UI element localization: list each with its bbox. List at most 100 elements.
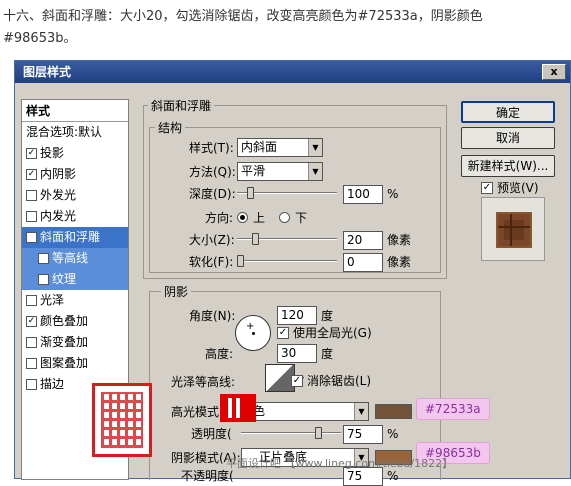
- style-checkbox[interactable]: [26, 358, 37, 369]
- size-field[interactable]: 20: [343, 231, 383, 250]
- ok-button[interactable]: 确定: [461, 101, 555, 123]
- style-checkbox[interactable]: ✓: [26, 232, 37, 243]
- depth-slider-thumb[interactable]: [247, 187, 254, 199]
- dialog-title: 图层样式: [23, 65, 72, 79]
- preview-label: 预览(V): [497, 181, 539, 195]
- global-light-label: 使用全局光(G): [293, 326, 372, 340]
- preview-checkbox[interactable]: ✓: [481, 182, 493, 194]
- style-checkbox[interactable]: ✓: [38, 274, 49, 285]
- seal-pattern: [101, 392, 143, 448]
- altitude-unit: 度: [321, 347, 334, 361]
- highlight-opacity-thumb[interactable]: [315, 427, 322, 439]
- style-item-label: 纹理: [52, 272, 77, 286]
- if-award-glyph: [228, 398, 248, 418]
- styles-header[interactable]: 样式: [22, 100, 128, 122]
- direction-label: 方向:: [205, 211, 234, 225]
- red-seal-logo: [92, 383, 152, 457]
- antialias-checkbox[interactable]: ✓: [291, 375, 303, 387]
- direction-down-label: 下: [295, 211, 308, 225]
- style-checkbox[interactable]: [26, 379, 37, 390]
- style-item-7[interactable]: 光泽: [22, 290, 128, 311]
- angle-dial-icon[interactable]: +: [235, 315, 271, 351]
- blend-options-item[interactable]: 混合选项:默认: [22, 122, 128, 143]
- style-label: 样式(T):: [189, 141, 234, 155]
- dial-center-icon: [252, 332, 255, 335]
- style-item-label: 外发光: [40, 188, 77, 202]
- intro-text: 十六、斜面和浮雕：大小20，勾选消除锯齿，改变高亮颜色为#72533a，阴影颜色…: [3, 6, 563, 50]
- style-item-4[interactable]: ✓ 斜面和浮雕: [22, 227, 128, 248]
- style-item-5[interactable]: ✓ 等高线: [22, 248, 128, 269]
- direction-up-radio[interactable]: [237, 212, 248, 223]
- preview-grid: [510, 214, 512, 246]
- highlight-color-swatch[interactable]: [375, 404, 412, 419]
- style-item-label: 斜面和浮雕: [40, 230, 101, 244]
- soften-field[interactable]: 0: [343, 253, 383, 272]
- highlight-mode-select[interactable]: 色 ▼: [241, 402, 369, 421]
- style-item-label: 内发光: [40, 209, 77, 223]
- crosshair-icon: +: [246, 321, 255, 332]
- direction-up-label: 上: [253, 211, 266, 225]
- style-item-2[interactable]: 外发光: [22, 185, 128, 206]
- preview-chocolate-icon: [496, 212, 532, 248]
- size-label: 大小(Z):: [189, 233, 235, 247]
- style-checkbox[interactable]: ✓: [26, 316, 37, 327]
- angle-label: 角度(N):: [189, 309, 236, 323]
- bevel-style-value: 内斜面: [241, 140, 278, 154]
- intro-line-1: 十六、斜面和浮雕：大小20，勾选消除锯齿，改变高亮颜色为#72533a，阴影颜色: [3, 9, 483, 24]
- soften-unit: 像素: [387, 255, 412, 269]
- size-unit: 像素: [387, 233, 412, 247]
- depth-unit: %: [387, 187, 399, 201]
- new-style-button[interactable]: 新建样式(W)...: [461, 155, 555, 177]
- gloss-contour-label: 光泽等高线:: [171, 375, 236, 389]
- style-checkbox[interactable]: [26, 211, 37, 222]
- style-item-label: 描边: [40, 377, 65, 391]
- soften-slider-thumb[interactable]: [237, 255, 244, 267]
- method-select[interactable]: 平滑 ▼: [237, 162, 323, 181]
- style-checkbox[interactable]: [26, 337, 37, 348]
- style-item-label: 光泽: [40, 293, 65, 307]
- style-checkbox[interactable]: ✓: [26, 169, 37, 180]
- watermark-text: 平面设计吧 【www.lineg.com/tieba/1822】: [226, 457, 454, 470]
- style-checkbox[interactable]: [26, 190, 37, 201]
- angle-field[interactable]: 120: [277, 306, 317, 325]
- angle-unit: 度: [321, 309, 334, 323]
- style-item-6[interactable]: ✓ 纹理: [22, 269, 128, 290]
- style-checkbox[interactable]: ✓: [38, 253, 49, 264]
- altitude-label: 高度:: [205, 347, 234, 361]
- bevel-section-title: 斜面和浮雕: [148, 97, 215, 114]
- highlight-opacity-field[interactable]: 75: [343, 425, 383, 444]
- style-item-8[interactable]: ✓ 颜色叠加: [22, 311, 128, 332]
- preview-thumbnail: [481, 197, 545, 261]
- size-slider-thumb[interactable]: [252, 233, 259, 245]
- style-item-label: 图案叠加: [40, 356, 89, 370]
- chevron-down-icon[interactable]: ▼: [308, 139, 322, 156]
- highlight-mode-label: 高光模式(: [171, 405, 224, 419]
- close-icon[interactable]: x: [542, 64, 566, 80]
- style-item-9[interactable]: 渐变叠加: [22, 332, 128, 353]
- if-award-logo: [220, 394, 256, 422]
- soften-label: 软化(F):: [189, 255, 234, 269]
- highlight-opacity-track[interactable]: [241, 432, 341, 434]
- style-item-10[interactable]: 图案叠加: [22, 353, 128, 374]
- cancel-button[interactable]: 取消: [461, 127, 555, 149]
- style-item-3[interactable]: 内发光: [22, 206, 128, 227]
- style-item-1[interactable]: ✓ 内阴影: [22, 164, 128, 185]
- chevron-down-icon[interactable]: ▼: [354, 403, 368, 420]
- method-label: 方法(Q):: [189, 165, 236, 179]
- global-light-checkbox[interactable]: ✓: [277, 327, 289, 339]
- style-checkbox[interactable]: [26, 295, 37, 306]
- preview-grid: [498, 226, 530, 228]
- soften-slider-track[interactable]: [237, 260, 337, 262]
- direction-down-radio[interactable]: [279, 212, 290, 223]
- method-value: 平滑: [241, 164, 266, 178]
- style-checkbox[interactable]: ✓: [26, 148, 37, 159]
- antialias-label: 消除锯齿(L): [307, 374, 372, 388]
- style-item-0[interactable]: ✓ 投影: [22, 143, 128, 164]
- highlight-opacity-unit: %: [387, 427, 399, 441]
- chevron-down-icon[interactable]: ▼: [308, 163, 322, 180]
- altitude-field[interactable]: 30: [277, 344, 317, 363]
- highlight-opacity-label: 透明度(: [191, 427, 232, 441]
- highlight-color-tag: #72533a: [416, 398, 490, 420]
- depth-field[interactable]: 100: [343, 185, 383, 204]
- bevel-style-select[interactable]: 内斜面 ▼: [237, 138, 323, 157]
